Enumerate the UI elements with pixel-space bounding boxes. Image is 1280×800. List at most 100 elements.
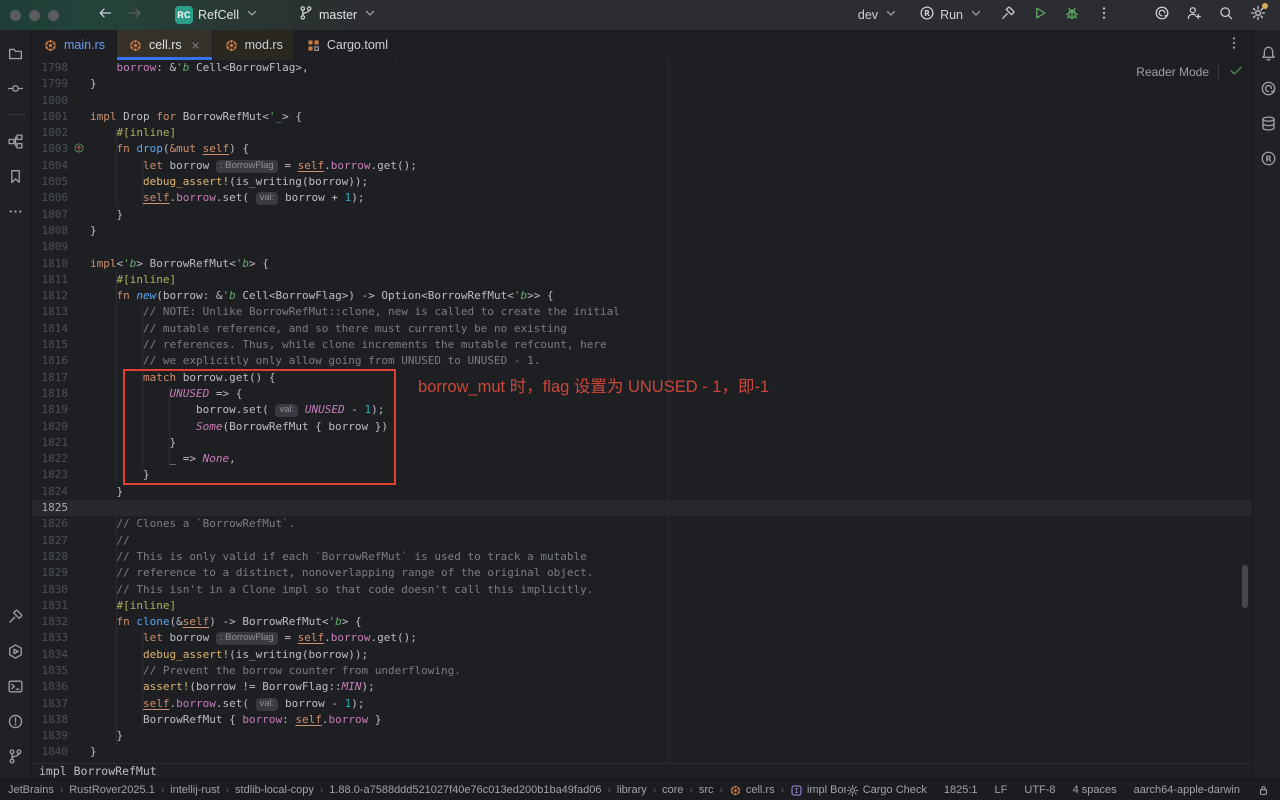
line-number[interactable]: 1812 xyxy=(32,288,69,304)
more-icon[interactable] xyxy=(5,200,27,222)
window-controls[interactable] xyxy=(0,9,73,21)
structure-icon[interactable] xyxy=(5,130,27,152)
notifications-icon[interactable] xyxy=(1258,42,1280,64)
breadcrumb-item[interactable]: library xyxy=(617,784,647,796)
line-number[interactable]: 1809 xyxy=(32,239,69,255)
line-number[interactable]: 1822 xyxy=(32,451,69,467)
line-number[interactable]: 1815 xyxy=(32,337,69,353)
problems-icon[interactable] xyxy=(5,710,27,732)
breadcrumb-item[interactable]: 1.88.0-a7588ddd521027f40e76c013ed200b1ba… xyxy=(329,784,601,796)
search-everywhere-icon[interactable] xyxy=(1218,5,1234,26)
tab-main-rs[interactable]: main.rs xyxy=(32,30,117,60)
line-number[interactable]: 1837 xyxy=(32,696,69,712)
breadcrumb-item[interactable]: stdlib-local-copy xyxy=(235,784,314,796)
back-icon[interactable] xyxy=(97,5,113,26)
close-icon[interactable] xyxy=(190,40,201,51)
status-item-1825-1[interactable]: 1825:1 xyxy=(944,784,978,796)
line-number[interactable]: 1833 xyxy=(32,630,69,646)
line-number[interactable]: 1816 xyxy=(32,353,69,369)
git-branch-icon[interactable] xyxy=(5,745,27,767)
breadcrumb-item[interactable]: intellij-rust xyxy=(170,784,220,796)
line-number[interactable]: 1806 xyxy=(32,190,69,206)
services-icon[interactable] xyxy=(5,640,27,662)
forward-icon[interactable] xyxy=(127,5,143,26)
build-hammer-icon[interactable] xyxy=(1000,5,1016,26)
commit-icon[interactable] xyxy=(5,77,27,99)
tab-cell-rs[interactable]: cell.rs xyxy=(116,30,213,60)
status-item-utf-8[interactable]: UTF-8 xyxy=(1024,784,1055,796)
window-close-button[interactable] xyxy=(10,9,21,21)
terminal-icon[interactable] xyxy=(5,675,27,697)
line-number[interactable]: 1813 xyxy=(32,304,69,320)
override-marker-icon[interactable] xyxy=(68,141,90,157)
line-number[interactable]: 1804 xyxy=(32,158,69,174)
line-number[interactable]: 1838 xyxy=(32,712,69,728)
status-item-lf[interactable]: LF xyxy=(995,784,1008,796)
line-number[interactable]: 1798 xyxy=(32,60,69,76)
database-icon[interactable] xyxy=(1258,112,1280,134)
code-editor[interactable]: 1798 borrow: &'b Cell<BorrowFlag>, 1799} 1… xyxy=(32,60,1252,763)
line-number[interactable]: 1840 xyxy=(32,744,69,760)
window-zoom-button[interactable] xyxy=(48,9,59,21)
breadcrumb-item[interactable]: cell.rs xyxy=(729,784,775,797)
breadcrumb-item[interactable]: Iimpl BorrowRefMut xyxy=(790,784,846,797)
line-number[interactable]: 1839 xyxy=(32,728,69,744)
run-target-selector[interactable]: dev xyxy=(852,2,905,29)
editor-scrollbar[interactable] xyxy=(1242,565,1248,608)
status-item-4-spaces[interactable]: 4 spaces xyxy=(1073,784,1117,796)
status-item-cargo-check[interactable]: Cargo Check xyxy=(846,784,927,797)
line-number[interactable]: 1834 xyxy=(32,647,69,663)
line-number[interactable]: 1824 xyxy=(32,484,69,500)
breadcrumb-item[interactable]: RustRover2025.1 xyxy=(69,784,155,796)
bookmarks-icon[interactable] xyxy=(5,165,27,187)
breadcrumb-item[interactable]: src xyxy=(699,784,714,796)
line-number[interactable]: 1819 xyxy=(32,402,69,418)
reader-mode-toggle[interactable]: Reader Mode xyxy=(1136,63,1244,81)
run-configuration-selector[interactable]: R Run xyxy=(913,2,990,29)
line-number[interactable]: 1799 xyxy=(32,76,69,92)
line-number[interactable]: 1829 xyxy=(32,565,69,581)
line-number[interactable]: 1821 xyxy=(32,435,69,451)
checkmark-icon[interactable] xyxy=(1228,62,1244,83)
line-number[interactable]: 1830 xyxy=(32,582,69,598)
line-number[interactable]: 1805 xyxy=(32,174,69,190)
line-number[interactable]: 1836 xyxy=(32,679,69,695)
vcs-branch-widget[interactable]: master xyxy=(292,2,384,29)
tab-Cargo-toml[interactable]: Cargo.toml xyxy=(295,30,400,60)
line-number[interactable]: 1817 xyxy=(32,370,69,386)
rust-tool-icon[interactable]: R xyxy=(1258,147,1280,169)
build-icon[interactable] xyxy=(5,605,27,627)
tab-mod-rs[interactable]: mod.rs xyxy=(212,30,295,60)
status-item-lock[interactable] xyxy=(1257,784,1270,797)
line-number[interactable]: 1801 xyxy=(32,109,69,125)
line-number[interactable]: 1826 xyxy=(32,516,69,532)
line-number[interactable]: 1803 xyxy=(32,141,69,157)
line-number[interactable]: 1835 xyxy=(32,663,69,679)
window-minimize-button[interactable] xyxy=(29,9,40,21)
line-number[interactable]: 1818 xyxy=(32,386,69,402)
status-item-aarch64-apple-darwin[interactable]: aarch64-apple-darwin xyxy=(1134,784,1240,796)
breadcrumb-item[interactable]: JetBrains xyxy=(8,784,54,796)
breadcrumb-item[interactable]: core xyxy=(662,784,683,796)
line-number[interactable]: 1820 xyxy=(32,419,69,435)
folder-icon[interactable] xyxy=(5,42,27,64)
ai-assistant-icon[interactable] xyxy=(1258,77,1280,99)
debug-bug-icon[interactable] xyxy=(1064,5,1080,26)
project-widget[interactable]: RC RefCell xyxy=(169,2,266,29)
line-number[interactable]: 1823 xyxy=(32,467,69,483)
line-number[interactable]: 1800 xyxy=(32,93,69,109)
more-kebab-icon[interactable] xyxy=(1096,5,1112,26)
line-number[interactable]: 1825 xyxy=(32,500,69,516)
line-number[interactable]: 1811 xyxy=(32,272,69,288)
line-number[interactable]: 1802 xyxy=(32,125,69,141)
line-number[interactable]: 1807 xyxy=(32,207,69,223)
line-number[interactable]: 1810 xyxy=(32,256,69,272)
tab-options-kebab-icon[interactable] xyxy=(1226,35,1242,56)
add-user-icon[interactable] xyxy=(1186,5,1202,26)
line-number[interactable]: 1814 xyxy=(32,321,69,337)
line-number[interactable]: 1827 xyxy=(32,533,69,549)
line-number[interactable]: 1808 xyxy=(32,223,69,239)
line-number[interactable]: 1832 xyxy=(32,614,69,630)
run-play-icon[interactable] xyxy=(1032,5,1048,26)
line-number[interactable]: 1828 xyxy=(32,549,69,565)
